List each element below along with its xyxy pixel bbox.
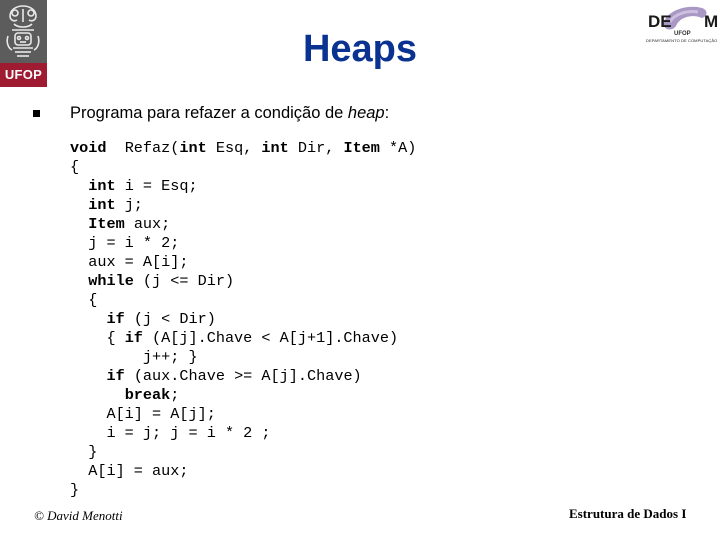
code-line: A[i] = A[j]; [70,405,416,424]
code-text: j++; } [70,348,198,366]
footer-course: Estrutura de Dados I [569,506,687,521]
code-line: } [70,443,416,462]
code-keyword: while [88,272,134,290]
code-line: Item aux; [70,215,416,234]
code-text: (j < Dir) [124,310,216,328]
code-line: void Refaz(int Esq, int Dir, Item *A) [70,139,416,158]
code-keyword: int [88,177,116,195]
square-bullet-icon [33,110,40,117]
bullet-text: Programa para refazer a condição de heap… [70,104,389,123]
code-text: aux; [124,215,171,233]
code-text: Dir, [288,139,344,157]
code-text: { [70,329,125,347]
code-text: Esq, [206,139,262,157]
code-line: j = i * 2; [70,234,416,253]
code-keyword: int [88,196,116,214]
code-keyword: if [106,310,125,328]
code-line: j++; } [70,348,416,367]
code-keyword: Item [343,139,380,157]
code-text: i = Esq; [115,177,198,195]
code-line: if (aux.Chave >= A[j].Chave) [70,367,416,386]
code-text: (aux.Chave >= A[j].Chave) [124,367,362,385]
code-text: Refaz( [106,139,180,157]
code-keyword: int [179,139,207,157]
code-keyword: void [70,139,107,157]
code-line: A[i] = aux; [70,462,416,481]
code-keyword: break [124,386,171,404]
code-block: void Refaz(int Esq, int Dir, Item *A){ i… [70,139,416,500]
code-line: int j; [70,196,416,215]
code-line: { [70,158,416,177]
code-line: int i = Esq; [70,177,416,196]
slide-title: Heaps [302,28,418,70]
code-text: A[i] = A[j]; [70,405,216,423]
footer-author: © David Menotti [34,508,123,523]
code-keyword: int [261,139,289,157]
code-keyword: if [124,329,143,347]
code-keyword: if [106,367,125,385]
code-text: j = i * 2; [70,234,180,252]
code-text: *A) [379,139,417,157]
code-text: ; [170,386,180,404]
bullet-text-suffix: : [384,104,390,122]
code-text: } [70,443,98,461]
code-text: { [70,158,80,176]
code-text: j; [115,196,143,214]
code-line: } [70,481,416,500]
code-line: aux = A[i]; [70,253,416,272]
bullet-text-italic: heap [347,104,385,122]
code-text: (A[j].Chave < A[j+1].Chave) [142,329,399,347]
code-text: A[i] = aux; [70,462,189,480]
code-text: { [70,291,98,309]
code-line: { [70,291,416,310]
bullet-text-prefix: Programa para refazer a condição de [70,104,348,122]
code-line: i = j; j = i * 2 ; [70,424,416,443]
code-line: while (j <= Dir) [70,272,416,291]
code-line: if (j < Dir) [70,310,416,329]
code-keyword: Item [88,215,125,233]
code-line: { if (A[j].Chave < A[j+1].Chave) [70,329,416,348]
code-text: } [70,481,80,499]
code-text: i = j; j = i * 2 ; [70,424,271,442]
code-text: aux = A[i]; [70,253,189,271]
code-line: break; [70,386,416,405]
code-text: (j <= Dir) [133,272,235,290]
